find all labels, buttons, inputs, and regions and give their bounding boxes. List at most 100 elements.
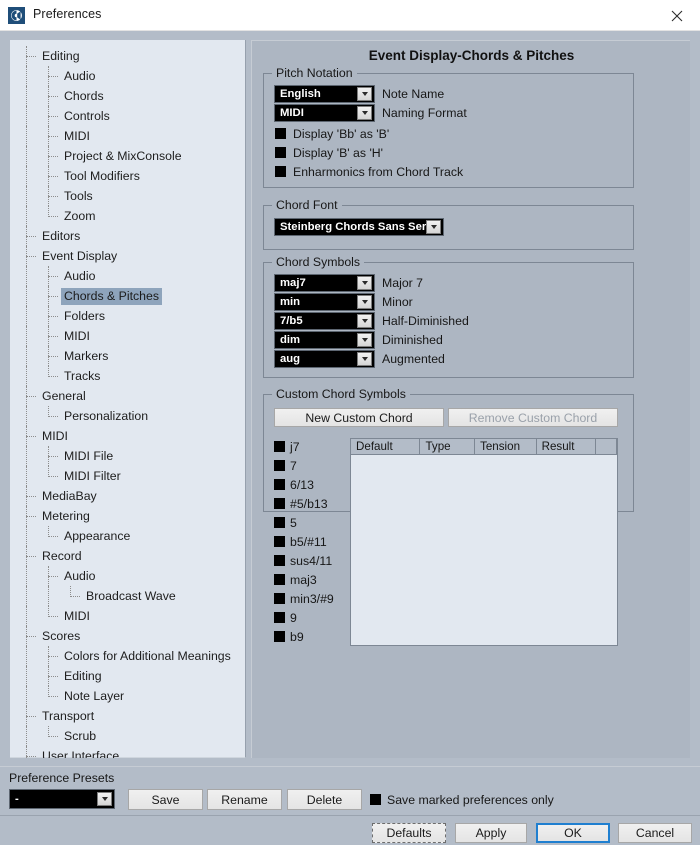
sidebar-item-chords[interactable]: Chords (10, 86, 246, 106)
checkbox-custom-chord-5[interactable] (274, 517, 285, 528)
sidebar-item-scrub[interactable]: Scrub (10, 726, 246, 746)
chevron-down-icon[interactable] (426, 220, 441, 234)
chevron-down-icon[interactable] (357, 106, 372, 120)
delete-preset-button[interactable]: Delete (287, 789, 362, 810)
sidebar-item-audio[interactable]: Audio (10, 266, 246, 286)
sidebar-item-note-layer[interactable]: Note Layer (10, 686, 246, 706)
sidebar-item-audio[interactable]: Audio (10, 566, 246, 586)
custom-chord-row-b5-11[interactable]: b5/#11 (274, 533, 344, 552)
checkbox-enharmonics-from-chord-track[interactable] (275, 166, 286, 177)
sidebar-item-midi[interactable]: MIDI (10, 126, 246, 146)
custom-chord-row-sus4-11[interactable]: sus4/11 (274, 552, 344, 571)
sidebar-item-general[interactable]: General (10, 386, 246, 406)
checkbox-save-marked-preferences-only[interactable] (370, 794, 381, 805)
sidebar-item-event-display[interactable]: Event Display (10, 246, 246, 266)
custom-chord-list[interactable]: j7 7 6/13 #5/b13 5 b5/#11 sus4/11 maj3 min3/#9 9 b… (274, 438, 344, 647)
ok-button[interactable]: OK (536, 823, 610, 843)
custom-chord-row-b9[interactable]: b9 (274, 628, 344, 647)
chevron-down-icon[interactable] (97, 792, 112, 806)
combo-chord-font[interactable]: Steinberg Chords Sans Serif (274, 218, 444, 236)
sidebar-item-tools[interactable]: Tools (10, 186, 246, 206)
sidebar-item-record[interactable]: Record (10, 546, 246, 566)
preferences-tree[interactable]: Editing Audio Chords Controls MIDI Project & … (10, 40, 246, 758)
checkbox-custom-chord-b9[interactable] (274, 631, 285, 642)
rename-preset-button[interactable]: Rename (207, 789, 282, 810)
sidebar-item-appearance[interactable]: Appearance (10, 526, 246, 546)
combo-naming-format[interactable]: MIDI (274, 104, 375, 122)
sidebar-item-midi[interactable]: MIDI (10, 426, 246, 446)
checkbox-custom-chord-6-13[interactable] (274, 479, 285, 490)
table-header-blank[interactable] (596, 439, 618, 454)
tree-connector (48, 356, 58, 357)
chevron-down-icon[interactable] (357, 87, 372, 101)
sidebar-item-controls[interactable]: Controls (10, 106, 246, 126)
chevron-down-icon[interactable] (357, 352, 372, 366)
sidebar-item-markers[interactable]: Markers (10, 346, 246, 366)
sidebar-item-project-mixconsole[interactable]: Project & MixConsole (10, 146, 246, 166)
custom-chord-row-j7[interactable]: j7 (274, 438, 344, 457)
combo-chord-symbol-minor[interactable]: min (274, 293, 375, 311)
sidebar-item-midi[interactable]: MIDI (10, 326, 246, 346)
table-header-tension[interactable]: Tension (475, 439, 537, 454)
sidebar-item-user-interface[interactable]: User Interface (10, 746, 246, 758)
chevron-down-icon[interactable] (357, 333, 372, 347)
checkbox-custom-chord-5-b13[interactable] (274, 498, 285, 509)
chevron-down-icon[interactable] (357, 276, 372, 290)
sidebar-item-audio[interactable]: Audio (10, 66, 246, 86)
combo-chord-symbol-major-7[interactable]: maj7 (274, 274, 375, 292)
custom-chord-row-9[interactable]: 9 (274, 609, 344, 628)
sidebar-item-mediabay[interactable]: MediaBay (10, 486, 246, 506)
remove-custom-chord-button[interactable]: Remove Custom Chord (448, 408, 618, 427)
checkbox-display-bb-as-b[interactable] (275, 128, 286, 139)
checkbox-custom-chord-b5-11[interactable] (274, 536, 285, 547)
table-header-type[interactable]: Type (420, 439, 476, 454)
checkbox-custom-chord-sus4-11[interactable] (274, 555, 285, 566)
close-icon[interactable] (654, 0, 700, 31)
combo-note-name[interactable]: English (274, 85, 375, 103)
sidebar-item-editors[interactable]: Editors (10, 226, 246, 246)
custom-chord-row-5-b13[interactable]: #5/b13 (274, 495, 344, 514)
sidebar-item-tracks[interactable]: Tracks (10, 366, 246, 386)
sidebar-item-midi-filter[interactable]: MIDI Filter (10, 466, 246, 486)
custom-chord-table[interactable]: Default Type Tension Result (350, 438, 618, 646)
new-custom-chord-button[interactable]: New Custom Chord (274, 408, 444, 427)
sidebar-item-broadcast-wave[interactable]: Broadcast Wave (10, 586, 246, 606)
custom-chord-row-maj3[interactable]: maj3 (274, 571, 344, 590)
sidebar-item-midi-file[interactable]: MIDI File (10, 446, 246, 466)
cancel-button[interactable]: Cancel (618, 823, 692, 843)
custom-chord-row-min3-9[interactable]: min3/#9 (274, 590, 344, 609)
sidebar-item-colors-for-additional-meanings[interactable]: Colors for Additional Meanings (10, 646, 246, 666)
preference-presets-combo[interactable]: - (9, 789, 115, 809)
sidebar-item-zoom[interactable]: Zoom (10, 206, 246, 226)
sidebar-item-folders[interactable]: Folders (10, 306, 246, 326)
combo-chord-symbol-diminished[interactable]: dim (274, 331, 375, 349)
sidebar-item-editing[interactable]: Editing (10, 666, 246, 686)
defaults-button[interactable]: Defaults (372, 823, 446, 843)
custom-chord-row-7[interactable]: 7 (274, 457, 344, 476)
sidebar-item-editing[interactable]: Editing (10, 46, 246, 66)
checkbox-custom-chord-maj3[interactable] (274, 574, 285, 585)
checkbox-custom-chord-9[interactable] (274, 612, 285, 623)
checkbox-custom-chord-j7[interactable] (274, 441, 285, 452)
combo-chord-symbol-half-diminished[interactable]: 7/b5 (274, 312, 375, 330)
sidebar-item-scores[interactable]: Scores (10, 626, 246, 646)
chevron-down-icon[interactable] (357, 295, 372, 309)
checkbox-custom-chord-min3-9[interactable] (274, 593, 285, 604)
apply-button[interactable]: Apply (455, 823, 527, 843)
custom-chord-row-5[interactable]: 5 (274, 514, 344, 533)
sidebar-item-midi[interactable]: MIDI (10, 606, 246, 626)
combo-chord-symbol-augmented[interactable]: aug (274, 350, 375, 368)
sidebar-item-tool-modifiers[interactable]: Tool Modifiers (10, 166, 246, 186)
chevron-down-icon[interactable] (357, 314, 372, 328)
table-header-default[interactable]: Default (351, 439, 421, 454)
table-header-result[interactable]: Result (537, 439, 597, 454)
sidebar-item-metering[interactable]: Metering (10, 506, 246, 526)
checkbox-display-b-as-h[interactable] (275, 147, 286, 158)
custom-chord-row-6-13[interactable]: 6/13 (274, 476, 344, 495)
tree-connector (48, 196, 58, 197)
sidebar-item-personalization[interactable]: Personalization (10, 406, 246, 426)
sidebar-item-chords-pitches[interactable]: Chords & Pitches (10, 286, 246, 306)
checkbox-custom-chord-7[interactable] (274, 460, 285, 471)
sidebar-item-transport[interactable]: Transport (10, 706, 246, 726)
save-preset-button[interactable]: Save (128, 789, 203, 810)
